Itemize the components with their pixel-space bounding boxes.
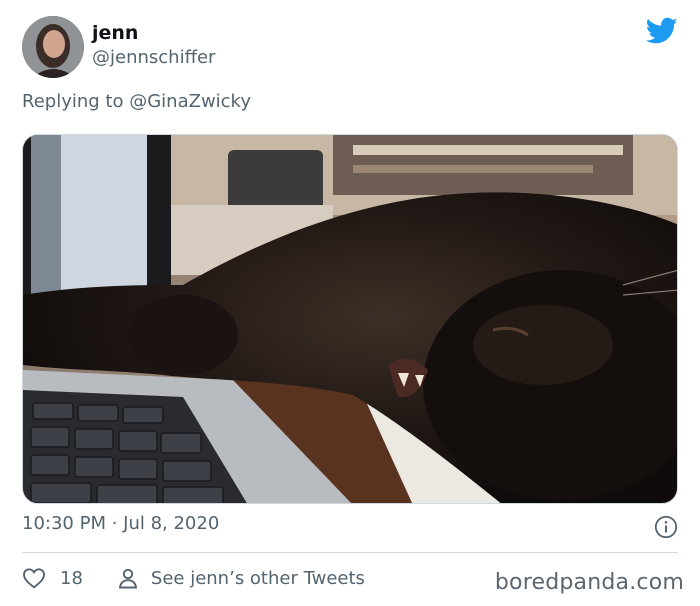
person-icon[interactable]: [117, 567, 139, 589]
cat-photo: [23, 135, 677, 503]
twitter-bird-icon[interactable]: [646, 17, 678, 45]
tweet-photo[interactable]: [22, 134, 678, 504]
author-handle[interactable]: @jennschiffer: [92, 47, 215, 68]
info-icon[interactable]: [654, 515, 678, 539]
tweet-card: jenn @jennschiffer Replying to @GinaZwic…: [0, 0, 700, 606]
see-other-tweets-link[interactable]: See jenn’s other Tweets: [151, 568, 365, 589]
avatar[interactable]: [22, 16, 84, 78]
tweet-actions: 18 See jenn’s other Tweets: [22, 564, 365, 592]
heart-icon[interactable]: [22, 567, 46, 589]
reply-prefix: Replying to: [22, 91, 124, 112]
reply-context: Replying to @GinaZwicky: [22, 91, 251, 112]
watermark: boredpanda.com: [494, 570, 684, 595]
divider: [22, 552, 678, 553]
like-count[interactable]: 18: [60, 568, 83, 589]
tweet-timestamp[interactable]: 10:30 PM · Jul 8, 2020: [22, 513, 219, 534]
author-name[interactable]: jenn: [92, 22, 138, 44]
reply-mention[interactable]: @GinaZwicky: [129, 91, 251, 112]
